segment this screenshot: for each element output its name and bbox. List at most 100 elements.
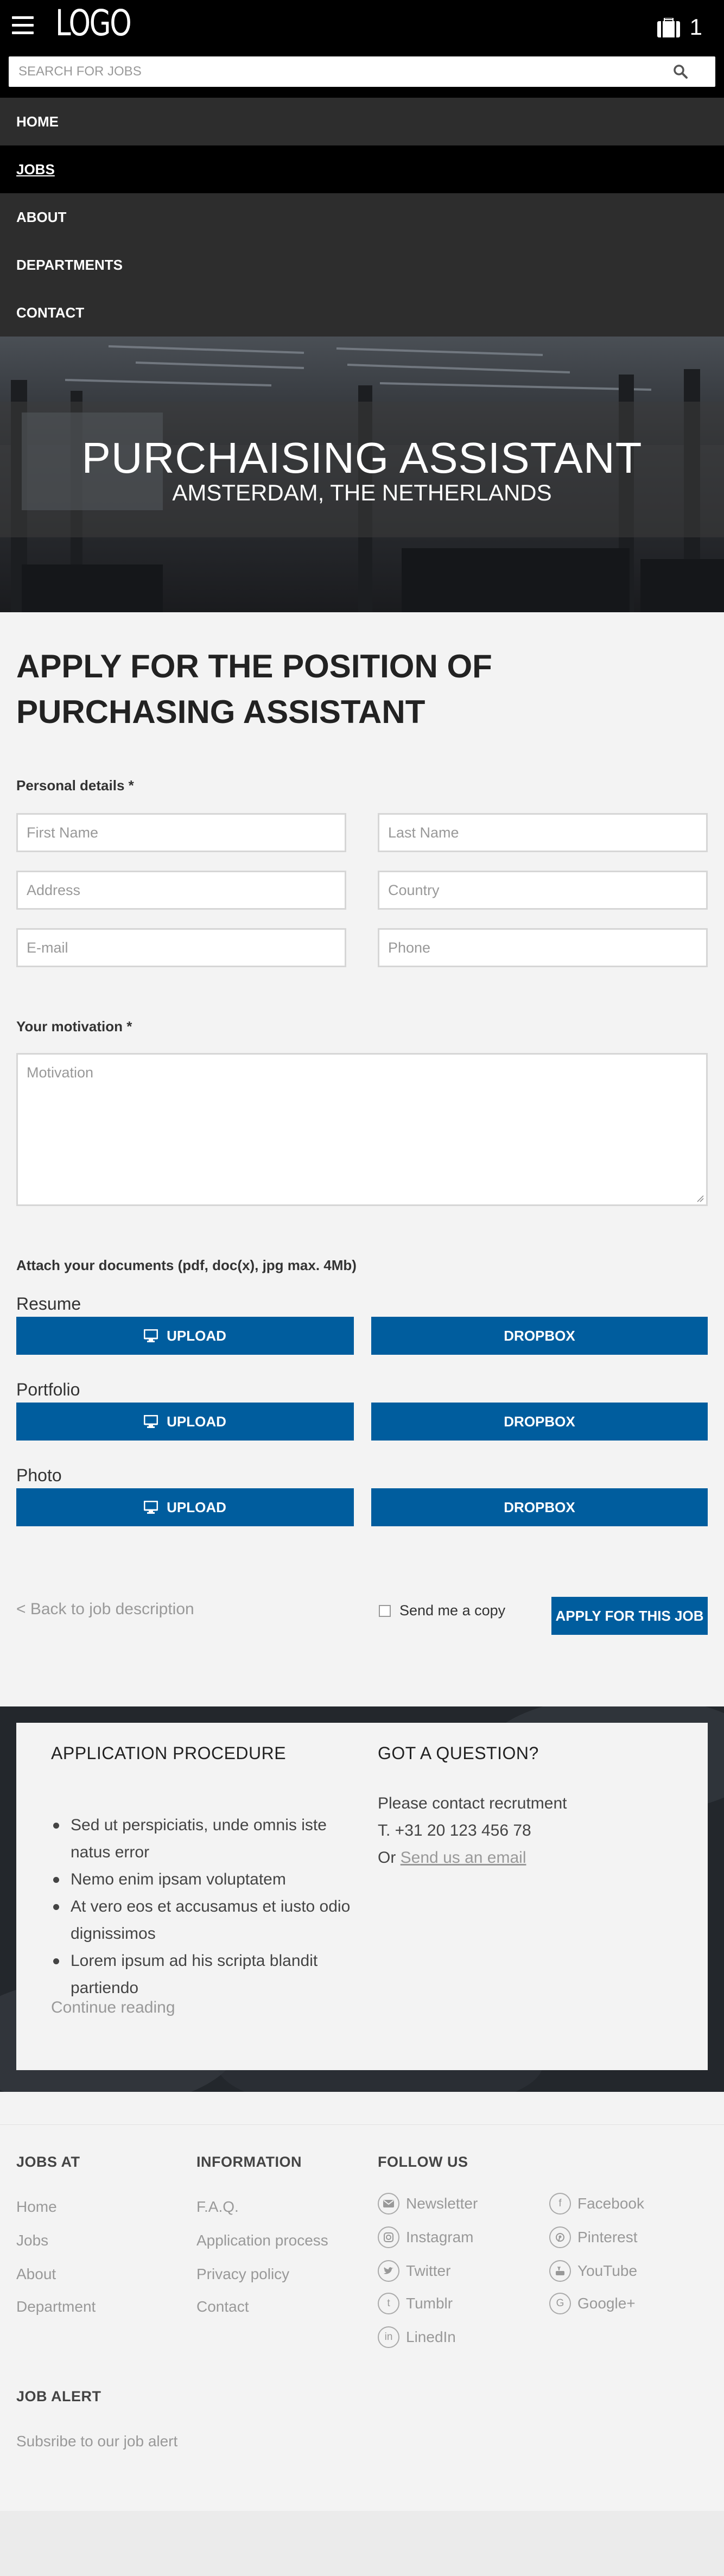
- country-input[interactable]: [379, 872, 706, 908]
- social-pinterest[interactable]: Pinterest: [549, 2226, 638, 2248]
- social-label: YouTube: [577, 2262, 638, 2279]
- dropbox-label: DROPBOX: [504, 1499, 575, 1515]
- motivation-label: Your motivation *: [16, 1018, 132, 1035]
- job-alert-subscribe-link[interactable]: Subsribe to our job alert: [16, 2433, 177, 2450]
- resize-handle-icon[interactable]: [696, 1195, 704, 1202]
- search-icon[interactable]: [672, 63, 689, 80]
- back-to-job-link[interactable]: < Back to job description: [16, 1600, 194, 1619]
- email-field: [16, 928, 346, 967]
- send-copy-checkbox[interactable]: [379, 1604, 391, 1617]
- country-field: [378, 871, 708, 910]
- social-label: Twitter: [406, 2262, 451, 2279]
- personal-details-label: Personal details *: [16, 777, 134, 794]
- footer-link-jobs[interactable]: Jobs: [16, 2232, 48, 2249]
- address-input[interactable]: [18, 872, 345, 908]
- page-bottom-strip: [0, 2511, 724, 2576]
- photo-upload-button[interactable]: UPLOAD: [16, 1488, 354, 1526]
- nav-item-jobs[interactable]: JOBS: [0, 145, 724, 193]
- logo[interactable]: LOGO: [55, 2, 132, 44]
- send-copy-option: Send me a copy: [379, 1602, 505, 1619]
- list-item: At vero eos et accusamus et iusto odio d…: [51, 1893, 355, 1947]
- footer-link-privacy[interactable]: Privacy policy: [196, 2266, 289, 2283]
- hamburger-menu-icon[interactable]: [12, 16, 34, 35]
- procedure-list: Sed ut perspiciatis, unde omnis iste nat…: [51, 1812, 355, 2002]
- photo-label: Photo: [16, 1465, 62, 1485]
- social-linkedin[interactable]: in LinedIn: [378, 2326, 456, 2348]
- monitor-icon: [144, 1329, 158, 1342]
- social-newsletter[interactable]: Newsletter: [378, 2193, 478, 2215]
- dropbox-label: DROPBOX: [504, 1327, 575, 1344]
- first-name-input[interactable]: [18, 815, 345, 851]
- job-basket-button[interactable]: 1: [657, 14, 702, 40]
- footer-link-application-process[interactable]: Application process: [196, 2232, 328, 2249]
- footer-job-alert-title: JOB ALERT: [16, 2388, 101, 2404]
- phone-field: [378, 928, 708, 967]
- upload-label: UPLOAD: [167, 1327, 226, 1344]
- social-label: Tumblr: [406, 2295, 453, 2312]
- list-item: Lorem ipsum ad his scripta blandit parti…: [51, 1947, 355, 2002]
- send-copy-label[interactable]: Send me a copy: [399, 1602, 505, 1619]
- nav-item-departments[interactable]: DEPARTMENTS: [0, 241, 724, 289]
- footer-follow-title: FOLLOW US: [378, 2154, 468, 2170]
- facebook-icon: f: [549, 2193, 571, 2215]
- footer: JOBS AT Home Jobs About Department INFOR…: [0, 2092, 724, 2511]
- social-instagram[interactable]: Instagram: [378, 2226, 474, 2248]
- footer-link-home[interactable]: Home: [16, 2198, 57, 2216]
- social-youtube[interactable]: YouTube: [549, 2260, 637, 2282]
- resume-dropbox-button[interactable]: DROPBOX: [371, 1317, 708, 1355]
- motivation-textarea[interactable]: [18, 1055, 706, 1204]
- apply-button[interactable]: APPLY FOR THIS JOB: [551, 1597, 708, 1635]
- upload-label: UPLOAD: [167, 1499, 226, 1515]
- info-section: APPLICATION PROCEDURE Sed ut perspiciati…: [0, 1706, 724, 2092]
- nav-item-contact[interactable]: CONTACT: [0, 289, 724, 337]
- contact-text: Please contact recrutment: [378, 1794, 567, 1812]
- hero-banner: PURCHAISING ASSISTANT AMSTERDAM, THE NET…: [0, 337, 724, 612]
- last-name-field: [378, 813, 708, 852]
- continue-reading-link[interactable]: Continue reading: [51, 1998, 175, 2017]
- nav-item-about[interactable]: ABOUT: [0, 193, 724, 241]
- motivation-field: [16, 1053, 708, 1206]
- portfolio-dropbox-button[interactable]: DROPBOX: [371, 1403, 708, 1441]
- nav-item-home[interactable]: HOME: [0, 98, 724, 145]
- monitor-icon: [144, 1415, 158, 1428]
- portfolio-upload-button[interactable]: UPLOAD: [16, 1403, 354, 1441]
- pinterest-icon: [549, 2226, 571, 2248]
- tumblr-icon: t: [378, 2293, 399, 2314]
- photo-dropbox-button[interactable]: DROPBOX: [371, 1488, 708, 1526]
- footer-divider: [0, 2124, 724, 2125]
- phone-input[interactable]: [379, 930, 706, 966]
- social-label: Google+: [577, 2295, 636, 2312]
- footer-link-contact[interactable]: Contact: [196, 2298, 249, 2315]
- instagram-icon: [378, 2226, 399, 2248]
- briefcase-icon: [657, 18, 680, 37]
- footer-link-faq[interactable]: F.A.Q.: [196, 2198, 239, 2216]
- footer-link-about[interactable]: About: [16, 2266, 56, 2283]
- google-plus-icon: G: [549, 2293, 571, 2314]
- social-label: Pinterest: [577, 2229, 638, 2245]
- page-title: APPLY FOR THE POSITION OF PURCHASING ASS…: [16, 648, 492, 730]
- main-nav: HOME JOBS ABOUT DEPARTMENTS CONTACT: [0, 98, 724, 337]
- social-twitter[interactable]: Twitter: [378, 2260, 450, 2282]
- portfolio-label: Portfolio: [16, 1380, 80, 1399]
- send-email-link[interactable]: Send us an email: [401, 1849, 526, 1867]
- list-item: Sed ut perspiciatis, unde omnis iste nat…: [51, 1812, 355, 1866]
- contact-phone: T. +31 20 123 456 78: [378, 1822, 531, 1839]
- social-google-plus[interactable]: G Google+: [549, 2293, 636, 2314]
- email-input[interactable]: [18, 930, 345, 966]
- job-location: AMSTERDAM, THE NETHERLANDS: [172, 480, 552, 505]
- footer-link-department[interactable]: Department: [16, 2298, 96, 2315]
- social-facebook[interactable]: f Facebook: [549, 2193, 644, 2215]
- procedure-title: APPLICATION PROCEDURE: [51, 1743, 287, 1763]
- social-tumblr[interactable]: t Tumblr: [378, 2293, 453, 2314]
- footer-information-title: INFORMATION: [196, 2154, 302, 2170]
- twitter-icon: [378, 2260, 399, 2282]
- social-label: Newsletter: [406, 2195, 478, 2212]
- resume-upload-button[interactable]: UPLOAD: [16, 1317, 354, 1355]
- dropbox-label: DROPBOX: [504, 1413, 575, 1430]
- first-name-field: [16, 813, 346, 852]
- search-input[interactable]: [9, 56, 660, 87]
- last-name-input[interactable]: [379, 815, 706, 851]
- upload-label: UPLOAD: [167, 1413, 226, 1430]
- social-label: Facebook: [577, 2195, 644, 2212]
- header: LOGO 1: [0, 0, 724, 98]
